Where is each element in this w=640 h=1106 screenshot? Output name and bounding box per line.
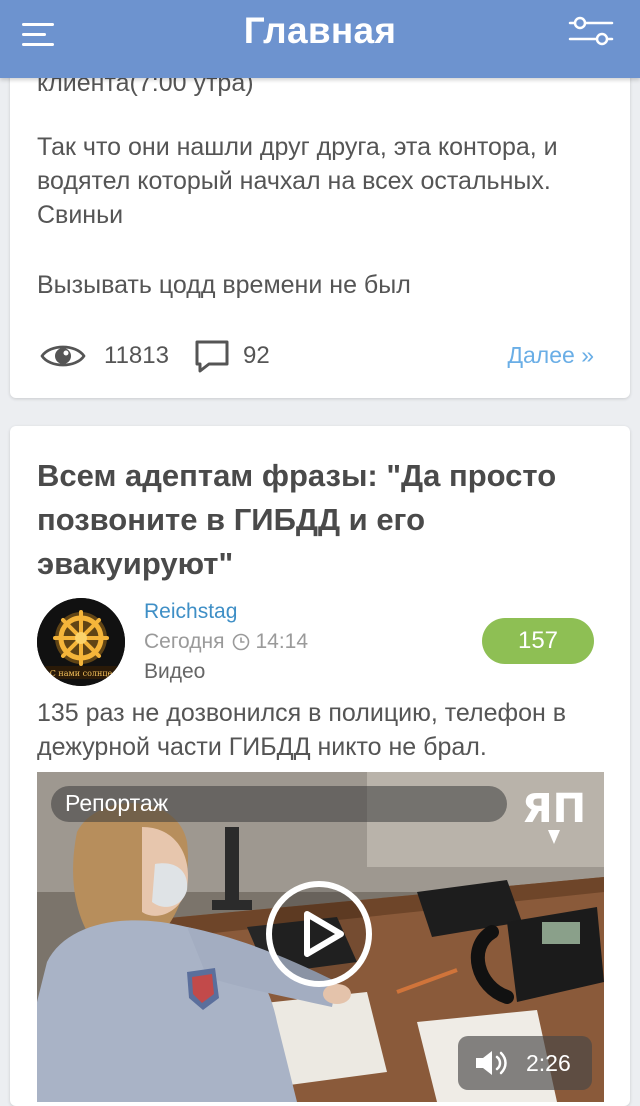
post-time: 14:14 xyxy=(255,630,309,653)
video-player[interactable]: Репортаж ЯП 2:26 xyxy=(37,772,604,1102)
channel-logo-icon: ЯП xyxy=(522,786,586,844)
post-title[interactable]: Всем адептам фразы: "Да просто позвоните… xyxy=(37,454,597,586)
post-category[interactable]: Видео xyxy=(144,660,205,684)
volume-icon[interactable] xyxy=(474,1048,508,1078)
play-button-icon[interactable] xyxy=(265,880,373,988)
author-avatar[interactable]: С нами солнце xyxy=(37,598,125,686)
sun-emblem-icon: С нами солнце xyxy=(37,598,125,686)
author-name[interactable]: Reichstag xyxy=(144,600,237,624)
post-lead-text: 135 раз не дозвонился в полицию, телефон… xyxy=(37,699,567,761)
post-stats: 11813 92 xyxy=(40,336,270,376)
post-card: клиента(7:00 утра) Так что они нашли дру… xyxy=(10,40,630,398)
post-paragraph: Так что они нашли друг друга, эта контор… xyxy=(37,133,558,229)
clock-icon xyxy=(233,633,250,651)
app-bar: Главная xyxy=(0,0,640,78)
post-date: Сегодня 14:14 xyxy=(144,630,308,654)
post-date-label: Сегодня xyxy=(144,630,225,653)
eye-icon xyxy=(40,345,86,367)
duration-pill: 2:26 xyxy=(458,1036,592,1090)
post-paragraph: Вызывать цодд времени не был xyxy=(37,271,411,299)
svg-text:ЯП: ЯП xyxy=(522,786,586,832)
video-title: Репортаж xyxy=(65,790,169,816)
comment-icon[interactable] xyxy=(193,338,231,374)
page-title: Главная xyxy=(243,10,397,51)
comments-count[interactable]: 92 xyxy=(243,342,270,370)
post-card: Всем адептам фразы: "Да просто позвоните… xyxy=(10,426,630,1106)
avatar-caption: С нами солнце xyxy=(50,669,113,678)
views-count: 11813 xyxy=(104,342,169,369)
read-more-link[interactable]: Далее » xyxy=(507,342,594,369)
rating-badge[interactable]: 157 xyxy=(482,618,594,664)
sliders-icon[interactable] xyxy=(568,14,614,48)
video-duration: 2:26 xyxy=(526,1049,571,1076)
